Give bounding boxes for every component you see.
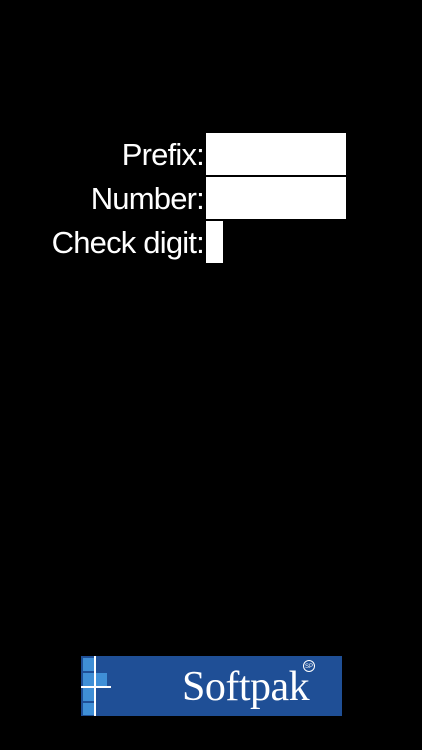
check-digit-row: Check digit: <box>0 221 422 263</box>
prefix-input[interactable] <box>206 133 346 175</box>
softpak-logo: Softpak SP <box>81 656 342 716</box>
registered-mark-icon: SP <box>303 660 315 672</box>
softpak-grid-icon <box>81 656 111 716</box>
prefix-row: Prefix: <box>0 133 422 175</box>
number-label: Number: <box>90 181 205 216</box>
check-digit-label: Check digit: <box>51 225 205 260</box>
softpak-wordmark: Softpak <box>182 664 310 710</box>
number-row: Number: <box>0 177 422 219</box>
check-digit-input[interactable] <box>206 221 223 263</box>
number-input[interactable] <box>206 177 346 219</box>
prefix-label: Prefix: <box>121 137 205 172</box>
